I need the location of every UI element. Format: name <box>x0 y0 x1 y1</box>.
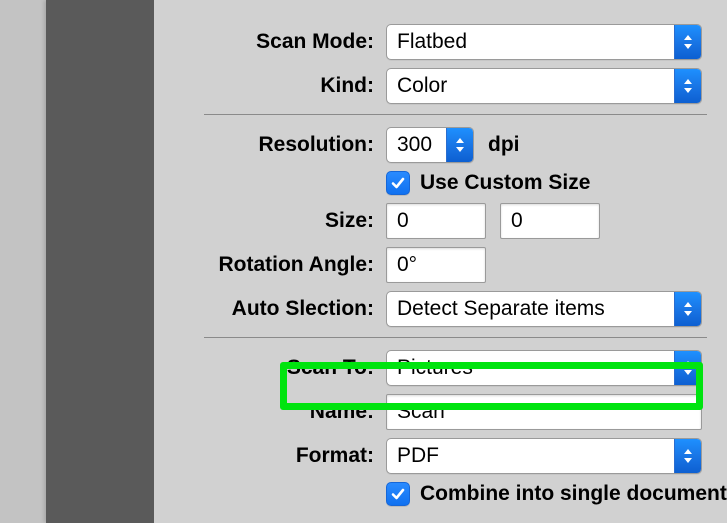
row-combine: Combine into single document <box>154 478 727 510</box>
updown-arrows-icon <box>674 69 701 103</box>
resolution-label: Resolution: <box>154 133 386 157</box>
checkbox-box <box>386 171 410 195</box>
rotation-input[interactable] <box>386 247 486 283</box>
row-resolution: Resolution: 300 dpi <box>154 123 727 167</box>
kind-select[interactable]: Color <box>386 68 702 104</box>
custom-size-checkbox[interactable]: Use Custom Size <box>386 171 590 195</box>
combine-checkbox[interactable]: Combine into single document <box>386 482 727 506</box>
scan-to-label: Scan To: <box>154 356 386 380</box>
row-custom-size: Use Custom Size <box>154 167 727 199</box>
updown-arrows-icon <box>674 439 701 473</box>
divider <box>204 114 707 115</box>
updown-arrows-icon <box>674 292 701 326</box>
row-auto-selection: Auto Slection: Detect Separate items <box>154 287 727 331</box>
scan-mode-label: Scan Mode: <box>154 30 386 54</box>
size-height-input[interactable] <box>500 203 600 239</box>
size-label: Size: <box>154 209 386 233</box>
row-size: Size: <box>154 199 727 243</box>
divider <box>204 337 707 338</box>
scan-to-value: Pictures <box>387 356 674 380</box>
kind-value: Color <box>387 74 674 98</box>
auto-selection-value: Detect Separate items <box>387 297 674 321</box>
scan-to-select[interactable]: Pictures <box>386 350 702 386</box>
format-label: Format: <box>154 444 386 468</box>
kind-label: Kind: <box>154 74 386 98</box>
custom-size-label: Use Custom Size <box>420 171 590 195</box>
combine-label: Combine into single document <box>420 482 727 506</box>
updown-arrows-icon <box>446 128 473 162</box>
resolution-value: 300 <box>387 133 446 157</box>
auto-selection-select[interactable]: Detect Separate items <box>386 291 702 327</box>
row-scan-to: Scan To: Pictures <box>154 346 727 390</box>
updown-arrows-icon <box>674 25 701 59</box>
name-label: Name: <box>154 400 386 424</box>
sidebar <box>46 0 154 523</box>
row-scan-mode: Scan Mode: Flatbed <box>154 20 727 64</box>
size-width-input[interactable] <box>386 203 486 239</box>
updown-arrows-icon <box>674 351 701 385</box>
name-input[interactable] <box>386 394 702 430</box>
scan-mode-value: Flatbed <box>387 30 674 54</box>
row-format: Format: PDF <box>154 434 727 478</box>
scan-settings-form: Scan Mode: Flatbed Kind: Color Resolutio… <box>154 0 727 523</box>
resolution-unit: dpi <box>488 133 520 157</box>
rotation-label: Rotation Angle: <box>154 253 386 277</box>
auto-selection-label: Auto Slection: <box>154 297 386 321</box>
resolution-select[interactable]: 300 <box>386 127 474 163</box>
format-select[interactable]: PDF <box>386 438 702 474</box>
format-value: PDF <box>387 444 674 468</box>
row-name: Name: <box>154 390 727 434</box>
scan-mode-select[interactable]: Flatbed <box>386 24 702 60</box>
row-kind: Kind: Color <box>154 64 727 108</box>
checkbox-box <box>386 482 410 506</box>
row-rotation: Rotation Angle: <box>154 243 727 287</box>
